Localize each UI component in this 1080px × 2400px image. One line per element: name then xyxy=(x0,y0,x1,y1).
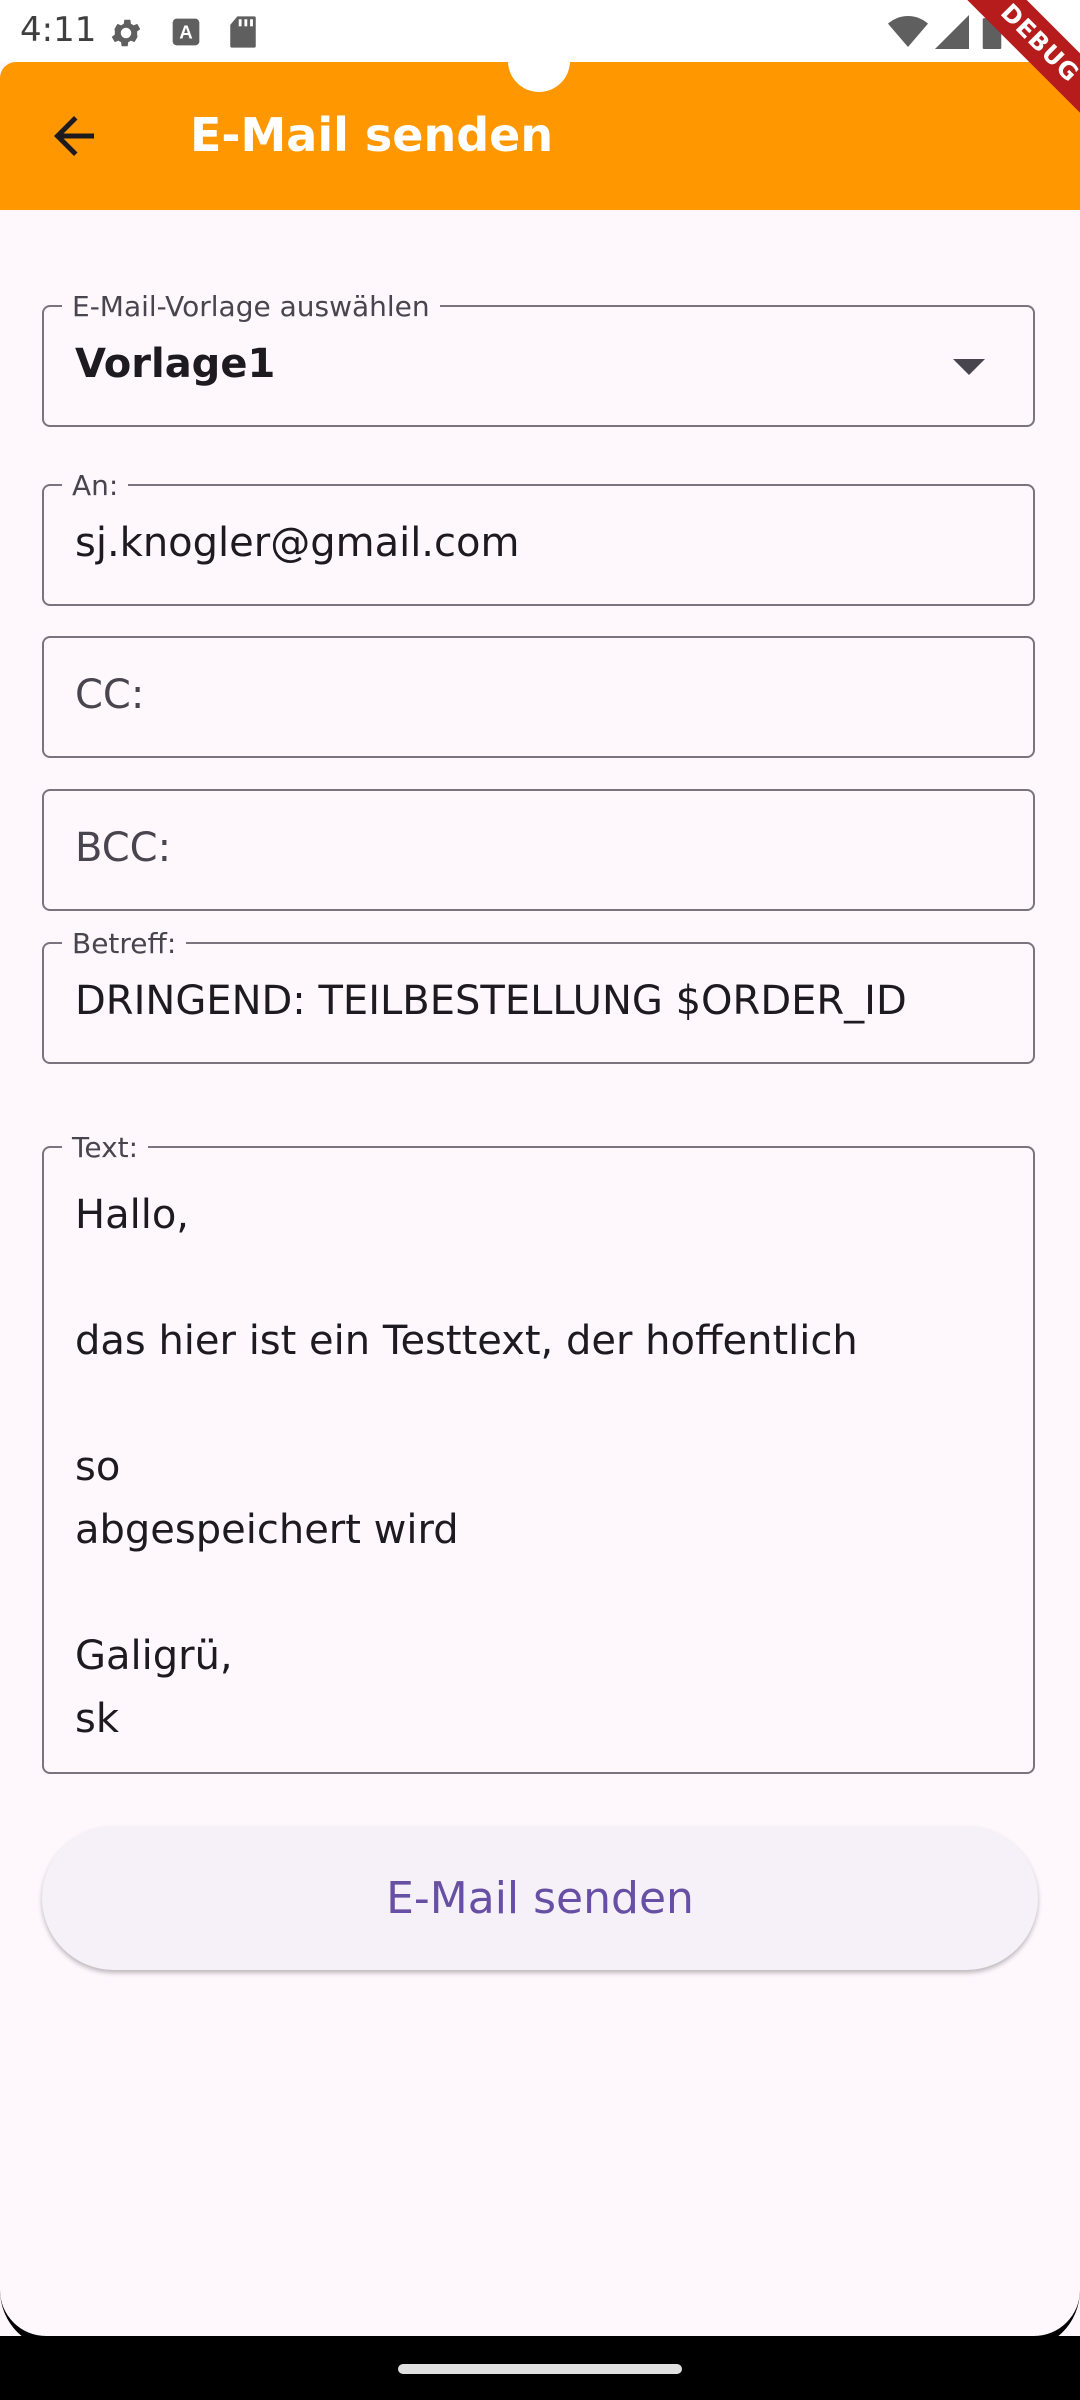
subject-field-value[interactable]: DRINGEND: TEILBESTELLUNG $ORDER_ID xyxy=(75,978,907,1024)
subject-field-label: Betreff: xyxy=(62,927,187,960)
dropdown-arrow-icon[interactable] xyxy=(953,359,985,375)
body-textarea[interactable]: Text: Hallo, das hier ist ein Testtext, … xyxy=(42,1131,1035,1774)
wifi-icon xyxy=(888,16,928,47)
to-field[interactable]: An: sj.knogler@gmail.com xyxy=(42,469,1035,606)
to-field-label: An: xyxy=(62,469,129,502)
subject-field[interactable]: Betreff: DRINGEND: TEILBESTELLUNG $ORDER… xyxy=(42,927,1035,1064)
body-textarea-value[interactable]: Hallo, das hier ist ein Testtext, der ho… xyxy=(75,1184,858,1751)
sd-card-icon xyxy=(230,16,256,48)
page-title: E-Mail senden xyxy=(190,108,554,162)
bcc-field-placeholder[interactable]: BCC: xyxy=(75,825,171,871)
template-dropdown-label: E-Mail-Vorlage auswählen xyxy=(62,290,440,323)
send-email-button[interactable]: E-Mail senden xyxy=(42,1826,1038,1970)
svg-text:A: A xyxy=(179,22,192,43)
template-dropdown-value: Vorlage1 xyxy=(75,341,276,387)
screen-corner-mask xyxy=(0,2290,1080,2336)
home-handle[interactable] xyxy=(398,2364,682,2374)
template-dropdown[interactable]: E-Mail-Vorlage auswählen Vorlage1 xyxy=(42,290,1035,427)
a-icon: A xyxy=(172,18,200,46)
cc-field-placeholder[interactable]: CC: xyxy=(75,672,144,718)
signal-icon xyxy=(935,15,969,49)
camera-cutout xyxy=(508,30,570,92)
status-time: 4:11 xyxy=(20,10,97,50)
arrow-back-icon[interactable] xyxy=(44,106,104,166)
to-field-value[interactable]: sj.knogler@gmail.com xyxy=(75,520,519,566)
body-textarea-label: Text: xyxy=(62,1131,149,1164)
bcc-field[interactable]: BCC: xyxy=(42,789,1035,911)
cc-field[interactable]: CC: xyxy=(42,636,1035,758)
settings-icon xyxy=(111,19,141,47)
